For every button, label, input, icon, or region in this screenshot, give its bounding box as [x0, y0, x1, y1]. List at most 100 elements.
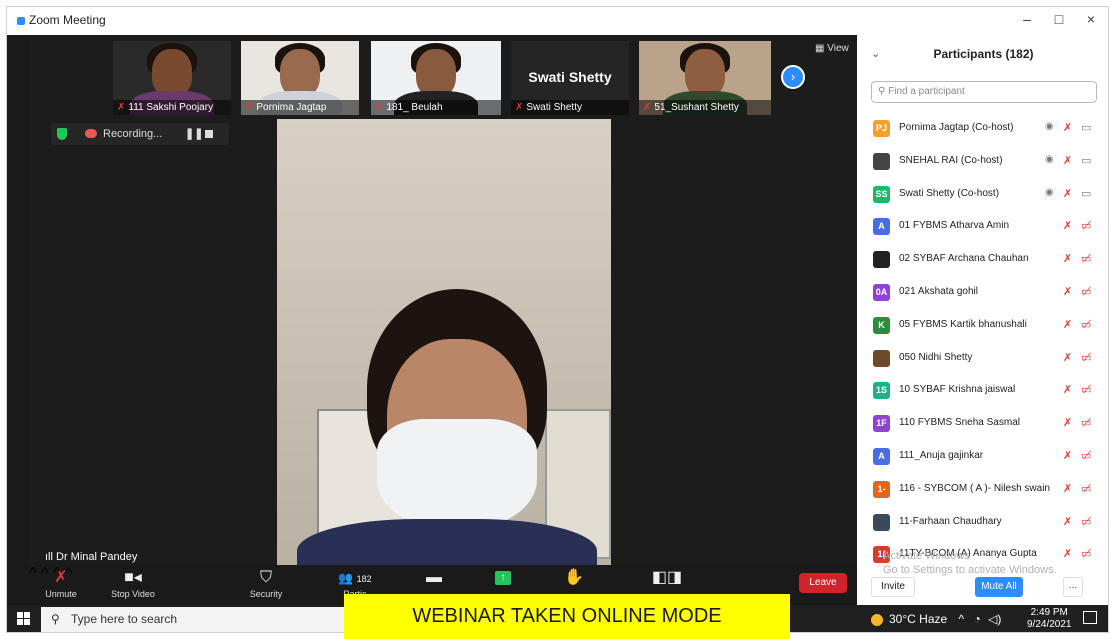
video-off-icon: ▭̸ — [1081, 515, 1092, 528]
participant-row[interactable]: 02 SYBAF Archana Chauhan ✗ ▭̸ — [857, 244, 1108, 276]
participant-name: 02 SYBAF Archana Chauhan — [899, 253, 1029, 265]
webinar-caption-banner: WEBINAR TAKEN ONLINE MODE — [344, 594, 790, 639]
thumbnail-name-bar: ✗ Swati Shetty — [511, 100, 629, 115]
view-button[interactable]: ▦ View — [815, 43, 849, 54]
more-options-button[interactable]: ... — [1063, 577, 1083, 597]
mic-muted-icon: ✗ — [54, 569, 68, 586]
recording-label: Recording... — [103, 128, 163, 140]
more-button[interactable]: ◧◨ — [647, 567, 687, 589]
notification-center-icon[interactable] — [1083, 611, 1097, 624]
encryption-shield-icon — [57, 128, 67, 140]
mic-muted-icon: ✗ — [1063, 548, 1073, 561]
minimize-button[interactable]: – — [1015, 11, 1039, 27]
participant-row[interactable]: 1- 116 - SYBCOM ( A )- Nilesh swain ✗ ▭̸ — [857, 474, 1108, 506]
participant-face — [685, 49, 725, 97]
mic-muted-icon: ✗ — [1063, 154, 1073, 167]
video-off-icon: ▭̸ — [1081, 220, 1092, 233]
participant-name: SNEHAL RAI (Co-host) — [899, 154, 1003, 166]
video-off-icon: ▭̸ — [1081, 351, 1092, 364]
video-thumbnail[interactable]: ✗ Pornima Jagtap — [241, 41, 359, 115]
participant-row[interactable]: A 01 FYBMS Atharva Amin ✗ ▭̸ — [857, 211, 1108, 243]
volume-icon[interactable]: ◁) — [988, 612, 1001, 626]
participant-row[interactable]: PJ Pornima Jagtap (Co-host) ◉ ✗ ▭ — [857, 113, 1108, 145]
search-placeholder: Find a participant — [888, 86, 965, 97]
windows-start-icon[interactable] — [17, 612, 31, 626]
close-button[interactable]: × — [1079, 11, 1103, 27]
participant-avatar: A — [873, 448, 890, 465]
mic-muted-icon: ✗ — [1063, 253, 1073, 266]
mute-all-button[interactable]: Mute All — [975, 577, 1023, 597]
search-icon: ⚲ — [51, 612, 60, 626]
chevron-right-icon: › — [790, 69, 796, 84]
video-thumbnail[interactable]: ✗ 181_ Beulah — [371, 41, 501, 115]
pause-recording-button[interactable]: ❚❚ — [185, 123, 203, 145]
participant-avatar: A — [873, 218, 890, 236]
mic-muted-icon: ✗ — [1063, 417, 1073, 430]
thumbnail-name-bar: ✗ 111 Sakshi Poojary — [113, 100, 231, 115]
mic-muted-icon: ✗ — [1063, 515, 1073, 528]
system-tray: 30°C Haze ^ ◔ ◁) — [871, 605, 1001, 632]
unmute-label: Unmute — [45, 589, 77, 599]
mic-muted-icon: ✗ — [245, 102, 254, 113]
participant-name: 110 FYBMS Sneha Sasmal — [899, 417, 1020, 429]
participant-avatar: 1- — [873, 480, 890, 498]
participant-row[interactable]: SS Swati Shetty (Co-host) ◉ ✗ ▭ — [857, 179, 1108, 211]
participants-panel: ⌄ Participants (182) ⚲ Find a participan… — [857, 35, 1108, 605]
video-camera-icon: ▭ — [1081, 187, 1092, 200]
video-camera-icon: ▭ — [1081, 122, 1092, 134]
participant-row[interactable]: K 05 FYBMS Kartik bhanushali ✗ ▭̸ — [857, 310, 1108, 342]
view-label: View — [827, 43, 849, 54]
thumbnail-display-name: Swati Shetty — [528, 69, 612, 85]
participant-row[interactable]: 1S 10 SYBAF Krishna jaiswal ✗ ▭̸ — [857, 375, 1108, 407]
reactions-button[interactable]: ✋ — [559, 567, 589, 589]
taskbar-search-placeholder: Type here to search — [71, 612, 178, 626]
thumbnail-name: 181_ Beulah — [386, 102, 443, 113]
next-page-button[interactable]: › — [781, 65, 805, 89]
meeting-area: ✗ 111 Sakshi Poojary ✗ Pornima Jagtap ✗ 181… — [29, 35, 857, 605]
security-button[interactable]: ⛉ Security — [241, 567, 291, 599]
thumbnail-name-bar: ✗ Pornima Jagtap — [241, 100, 359, 115]
cloud-recording-icon — [85, 129, 97, 138]
chat-button[interactable]: ▬ — [417, 567, 451, 589]
participant-search-input[interactable]: ⚲ Find a participant — [871, 81, 1097, 103]
participant-row[interactable]: 1F 110 FYBMS Sneha Sasmal ✗ ▭̸ — [857, 408, 1108, 440]
network-icon[interactable]: ◔ — [974, 612, 981, 626]
share-status-icon: ◉ — [1045, 153, 1054, 165]
video-camera-icon: ■◂ — [124, 569, 142, 586]
share-screen-button[interactable]: ↑ — [495, 571, 511, 585]
taskbar-search-input[interactable]: ⚲ Type here to search — [41, 607, 361, 632]
participant-avatar — [873, 152, 890, 170]
maximize-button[interactable]: □ — [1047, 11, 1071, 27]
participant-avatar: SS — [873, 185, 890, 203]
participant-row[interactable]: 0A 021 Akshata gohil ✗ ▭̸ — [857, 277, 1108, 309]
speaker-clothing — [297, 519, 597, 565]
participant-row[interactable]: A 111_Anuja gajinkar ✗ ▭̸ — [857, 441, 1108, 473]
title-bar: Zoom Meeting – □ × — [7, 7, 1108, 35]
video-thumbnail[interactable]: Swati Shetty ✗ Swati Shetty — [511, 41, 629, 115]
grid-icon: ▦ — [815, 43, 828, 54]
participant-face — [416, 49, 456, 97]
tray-chevron-icon[interactable]: ^ — [959, 612, 965, 626]
share-status-icon: ◉ — [1045, 186, 1054, 198]
mic-muted-icon: ✗ — [515, 102, 524, 113]
video-thumbnail[interactable]: ✗ 51_Sushant Shetty — [639, 41, 771, 115]
audio-options-caret[interactable]: ^ — [29, 565, 37, 582]
leave-button[interactable]: Leave — [799, 573, 847, 593]
stop-recording-button[interactable] — [205, 130, 213, 138]
video-thumbnail[interactable]: ✗ 111 Sakshi Poojary — [113, 41, 231, 115]
invite-button[interactable]: Invite — [871, 577, 915, 597]
mic-muted-icon: ✗ — [1063, 122, 1073, 134]
thumbnail-name-bar: ✗ 181_ Beulah — [371, 100, 501, 115]
unmute-button[interactable]: ✗ Unmute — [39, 567, 83, 599]
participant-row[interactable]: SNEHAL RAI (Co-host) ◉ ✗ ▭ — [857, 146, 1108, 178]
clock-date: 9/24/2021 — [1027, 619, 1072, 630]
zoom-window: Zoom Meeting – □ × ✗ 111 Sakshi Poojary ✗… — [6, 6, 1109, 633]
participant-name: 11-Farhaan Chaudhary — [899, 515, 1002, 527]
signal-icon: ıll — [45, 551, 56, 563]
participant-row[interactable]: 050 Nidhi Shetty ✗ ▭̸ — [857, 343, 1108, 375]
taskbar-clock[interactable]: 2:49 PM 9/24/2021 — [1027, 607, 1072, 631]
share-status-icon: ◉ — [1045, 121, 1054, 132]
thumbnail-name: 111 Sakshi Poojary — [128, 102, 214, 113]
participant-row[interactable]: 11-Farhaan Chaudhary ✗ ▭̸ — [857, 507, 1108, 539]
stop-video-button[interactable]: ■◂ Stop Video — [103, 567, 163, 599]
